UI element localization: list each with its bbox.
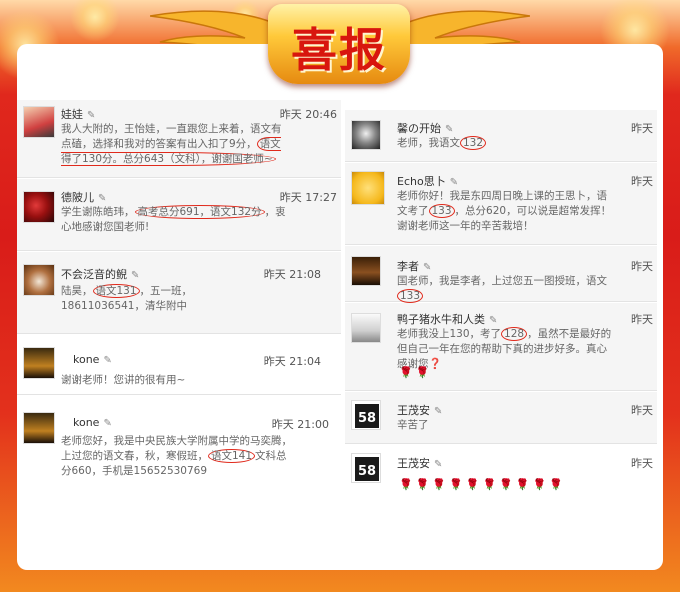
comment-text: 谢谢老师！您讲的很有用~ xyxy=(61,374,186,386)
score-highlight: 高考总分691，语文132分 xyxy=(134,205,265,219)
comment-text: 国老师，我是李者，上过您五一图授班，语文133 xyxy=(397,275,607,303)
comment-text: 老师，我语文 132 xyxy=(397,136,597,151)
avatar-58-icon: 58 xyxy=(352,454,380,482)
pencil-icon: ✎ xyxy=(434,406,443,417)
avatar[interactable] xyxy=(351,171,385,205)
post-time: 昨天 xyxy=(631,122,653,135)
score-highlight: 133 xyxy=(428,204,455,218)
pencil-icon: ✎ xyxy=(131,270,140,281)
rose-icon: 🌹 xyxy=(465,478,480,491)
score-highlight: 语文131 xyxy=(92,284,140,298)
comment-text: 陆昊， 语文131 ，五一班，18611036541，清华附中 xyxy=(61,284,193,312)
post-time: 昨天 20:46 xyxy=(279,108,337,121)
comment-item: kone ✎ 昨天 21:00 老师您好，我是中央民族大学附属中学的马奕腾，上过您… xyxy=(17,396,341,492)
pencil-icon: ✎ xyxy=(87,110,96,121)
score-highlight: 128 xyxy=(501,327,528,341)
user-name[interactable]: 馨の开始 xyxy=(397,122,441,135)
page-title: 喜报 xyxy=(291,23,387,77)
post-time: 昨天 xyxy=(631,404,653,417)
pencil-icon: ✎ xyxy=(434,459,443,470)
svg-text:58: 58 xyxy=(358,464,376,479)
comment-item: 58 王茂安 ✎ 昨天 辛苦了 xyxy=(345,392,657,444)
rose-row: 🌹 🌹 xyxy=(399,361,432,380)
comment-item: 不会泛音的鲵 ✎ 昨天 21:08 陆昊， 语文131 ，五一班，1861103654… xyxy=(17,252,341,334)
avatar[interactable] xyxy=(351,120,381,150)
user-name[interactable]: 鸭子猪水牛和人类 xyxy=(397,313,485,326)
rose-icon: 🌹 xyxy=(399,366,413,379)
pencil-icon: ✎ xyxy=(103,355,112,366)
rose-icon: 🌹 xyxy=(532,478,547,491)
rose-icon: 🌹 xyxy=(549,478,564,491)
avatar-58-icon: 58 xyxy=(352,401,380,429)
avatar[interactable] xyxy=(23,191,55,223)
user-name[interactable]: 李者 xyxy=(397,260,419,273)
comment-text: 学生谢陈皓玮， 高考总分691，语文132分 ，衷心地感谢您国老师! xyxy=(61,205,286,233)
comment-item: kone ✎ 昨天 21:04 谢谢老师！您讲的很有用~ xyxy=(17,335,341,395)
avatar[interactable] xyxy=(23,106,55,138)
comment-item: 鸭子猪水牛和人类 ✎ 昨天 老师我没上130，考了 128 ，虽然不是最好的但自己一年… xyxy=(345,303,657,391)
user-name[interactable]: kone xyxy=(73,353,99,366)
rose-icon: 🌹 xyxy=(399,478,413,491)
user-name[interactable]: kone xyxy=(73,416,99,429)
score-highlight: 语文141 xyxy=(208,449,256,463)
comment-item: 58 王茂安 ✎ 昨天 🌹 🌹 🌹 🌹 🌹 🌹 🌹 🌹 🌹 🌹 xyxy=(345,445,657,505)
firework-decoration xyxy=(70,0,120,42)
post-time: 昨天 17:27 xyxy=(279,191,337,204)
comment-item: 娃娃 ✎ 昨天 20:46 我人大附的，王怡娃，一直跟您上来着，语文有点磕，选择和… xyxy=(17,100,341,178)
comment-item: 李者 ✎ 昨天 国老师，我是李者，上过您五一图授班，语文133 xyxy=(345,246,657,303)
pencil-icon: ✎ xyxy=(445,124,454,135)
pencil-icon: ✎ xyxy=(98,193,107,204)
pencil-icon: ✎ xyxy=(103,418,112,429)
user-name[interactable]: 娃娃 xyxy=(61,108,83,121)
rose-icon: 🌹 xyxy=(415,478,430,491)
user-name[interactable]: Echo思卜 xyxy=(397,175,446,188)
post-time: 昨天 21:00 xyxy=(271,418,329,431)
score-highlight: 132 xyxy=(460,136,487,150)
post-time: 昨天 xyxy=(631,175,653,188)
avatar[interactable]: 58 xyxy=(351,453,381,483)
rose-icon: 🌹 xyxy=(515,478,530,491)
avatar[interactable] xyxy=(23,347,55,379)
rose-icon: 🌹 xyxy=(432,478,447,491)
rose-row: 🌹 🌹 🌹 🌹 🌹 🌹 🌹 🌹 🌹 🌹 xyxy=(399,473,566,492)
post-time: 昨天 xyxy=(631,260,653,273)
score-highlight: 133 xyxy=(397,289,424,303)
post-time: 昨天 xyxy=(631,313,653,326)
pencil-icon: ✎ xyxy=(423,262,432,273)
comment-item: 馨の开始 ✎ 昨天 老师，我语文 132 xyxy=(345,110,657,162)
svg-text:58: 58 xyxy=(358,411,376,426)
avatar[interactable] xyxy=(351,256,381,286)
avatar[interactable] xyxy=(23,264,55,296)
pencil-icon: ✎ xyxy=(449,177,459,188)
post-time: 昨天 xyxy=(631,457,653,470)
post-time: 昨天 21:08 xyxy=(263,268,321,281)
comment-text: 老师您好，我是中央民族大学附属中学的马奕腾，上过您的语文春，秋，寒假班， 语文14… xyxy=(61,435,292,477)
avatar[interactable] xyxy=(23,412,55,444)
user-name[interactable]: 王茂安 xyxy=(397,404,430,417)
comment-item: 德陂儿 ✎ 昨天 17:27 学生谢陈皓玮， 高考总分691，语文132分 ，衷心地感… xyxy=(17,179,341,251)
comment-text: 我人大附的，王怡娃，一直跟您上来着，语文有点磕，选择和我对的答案有出入扣了9分，… xyxy=(61,123,282,166)
user-name[interactable]: 不会泛音的鲵 xyxy=(61,268,127,281)
user-name[interactable]: 德陂儿 xyxy=(61,191,94,204)
avatar[interactable] xyxy=(351,313,381,343)
comment-text: 辛苦了 xyxy=(397,419,429,431)
comment-item: Echo思卜 ✎ 昨天 老师你好！我是东四周日晚上课的王思卜，语文考了 133 ，总分… xyxy=(345,163,657,245)
rose-icon: 🌹 xyxy=(482,478,497,491)
pencil-icon: ✎ xyxy=(489,315,498,326)
comment-text: 老师你好！我是东四周日晚上课的王思卜，语文考了 133 ，总分620，可以说是超常发… xyxy=(397,190,612,232)
rose-icon: 🌹 xyxy=(499,478,513,491)
avatar[interactable]: 58 xyxy=(351,400,381,430)
rose-icon: 🌹 xyxy=(415,366,430,379)
rose-icon: 🌹 xyxy=(449,478,463,491)
user-name[interactable]: 王茂安 xyxy=(397,457,430,470)
post-time: 昨天 21:04 xyxy=(263,355,321,368)
